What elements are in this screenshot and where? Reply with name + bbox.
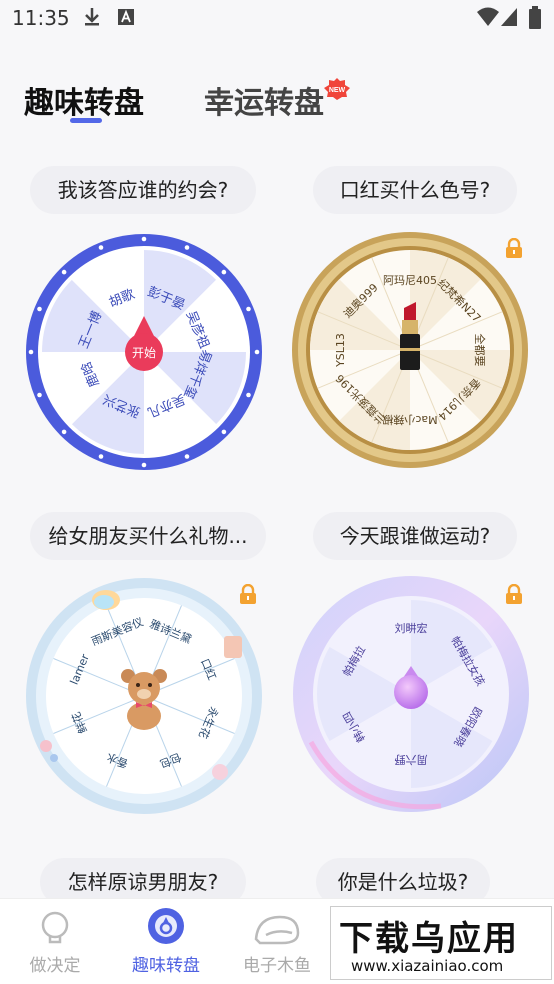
start-button-label: 开始 [132,346,156,360]
wheel-icon [148,908,184,944]
card-question: 今天跟谁做运动? [313,512,517,560]
segment-label: 阿玛尼405 [383,274,437,287]
status-bar: 11:35 [0,0,554,36]
wifi-icon [477,7,499,26]
top-tabs: 趣味转盘 幸运转盘 NEW [0,70,554,130]
wheel-gift[interactable]: 雅诗兰黛 口红 永生花 包包 香水 鲜花 lamer 雨斯美容仪 [24,576,264,816]
wheel-exercise[interactable]: 刘畊宏 帕梅拉 韩小四 周六野 欧阳春晓 帕梅拉女孩 [291,574,531,814]
nav-label: 趣味转盘 [132,956,200,976]
active-tab-indicator [70,118,102,123]
tab-lucky-wheel[interactable]: 幸运转盘 [204,78,324,122]
watermark-title: 下载乌应用 [339,919,519,959]
card-question: 给女朋友买什么礼物... [30,512,266,560]
font-icon [118,9,134,25]
nav-label: 做决定 [29,956,81,976]
new-badge-text: NEW [329,87,346,94]
watermark-url: www.xiazainiao.com [351,957,504,975]
segment-label: 周六野 [395,753,428,766]
nav-item-wheel[interactable]: 趣味转盘 [111,899,221,984]
card-question: 口红买什么色号? [313,166,517,214]
nav-label: 电子木鱼 [243,956,311,976]
wheel-card-gift[interactable]: 给女朋友买什么礼物... 雅诗兰黛 口红 永生花 包包 香水 鲜花 lamer … [0,504,277,824]
status-time: 11:35 [12,6,70,30]
woodfish-icon [254,915,300,945]
wheel-date[interactable]: 胡歌 彭于晏 吴彦祖 易烊千玺 吴亦凡 张艺兴 鹿晗 王一博 开始 [24,232,264,472]
download-icon [85,8,99,26]
tab-fun-wheel[interactable]: 趣味转盘 [24,78,144,122]
hand-pointer-icon [92,590,120,610]
wheel-card-lipstick[interactable]: 口红买什么色号? 阿玛尼405 纪梵希N27 全都要 香奈儿914 Mac小辣椒 [277,160,554,480]
signal-icon [501,8,517,26]
segment-label: 刘畊宏 [395,621,428,635]
segment-label: 全都要 [473,334,487,367]
nav-item-woodfish[interactable]: 电子木鱼 [222,899,332,984]
wheel-card-date[interactable]: 我该答应谁的约会? 胡歌 彭于晏 吴彦祖 易烊千玺 吴亦凡 张艺兴 鹿晗 王一博… [0,160,277,480]
wheel-lipstick[interactable]: 阿玛尼405 纪梵希N27 全都要 香奈儿914 Mac小辣椒 兰蔻菠光196 … [290,230,530,470]
card-question: 我该答应谁的约会? [30,166,256,214]
nav-item-decide[interactable]: 做决定 [0,899,110,984]
bulb-icon [41,911,69,944]
watermark: 下载乌应用 www.xiazainiao.com [330,906,552,980]
wheel-card-exercise[interactable]: 今天跟谁做运动? 刘畊宏 帕梅拉 韩小四 周六野 欧阳春晓 帕梅拉女孩 [277,504,554,824]
segment-label: YSL13 [334,333,347,368]
new-badge: NEW [324,78,350,100]
battery-icon [529,6,541,29]
segment-label: Mac小辣椒 [382,413,437,427]
